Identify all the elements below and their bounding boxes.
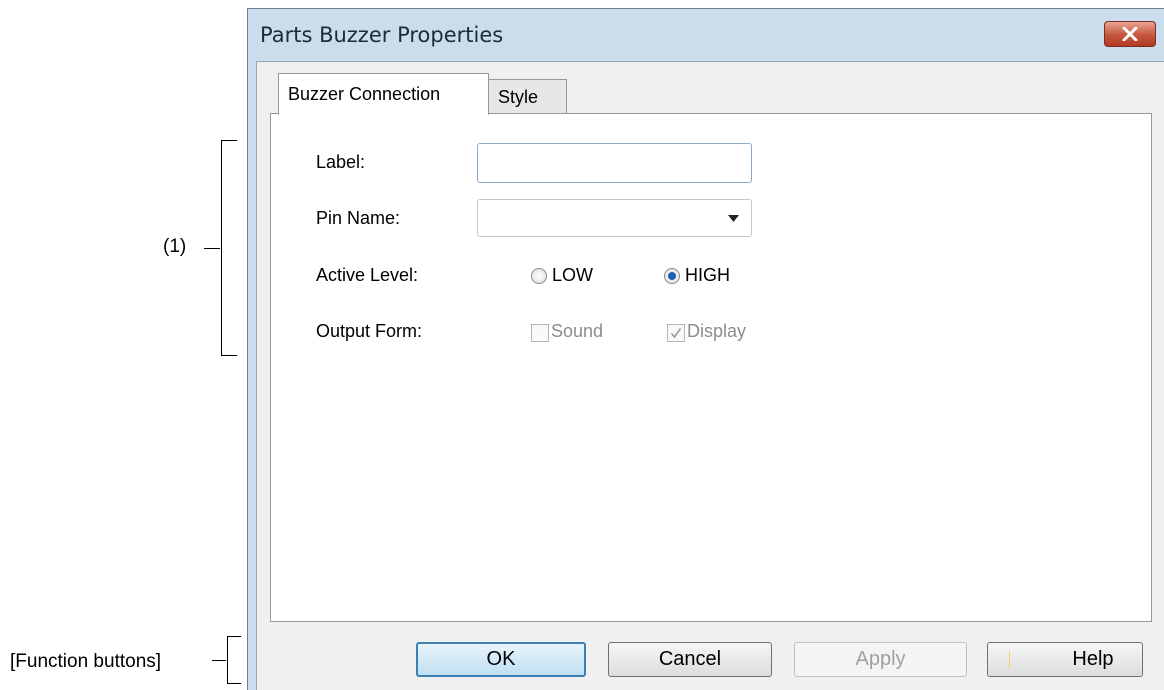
annotation-function-buttons: [Function buttons] (10, 651, 162, 672)
close-icon (1122, 27, 1138, 41)
label-input[interactable] (477, 143, 752, 183)
high-radio-label[interactable]: HIGH (685, 265, 730, 286)
sound-checkbox-label[interactable]: Sound (551, 321, 603, 342)
tab-panel-buzzer-connection: Label: Pin Name: Active Level: LOW HIGH … (270, 113, 1152, 622)
annotation-leader-section-1 (204, 248, 220, 249)
chevron-down-icon (728, 215, 739, 222)
low-radio[interactable] (531, 268, 547, 284)
pin-name-select[interactable] (477, 199, 752, 237)
active-level-caption: Active Level: (316, 265, 419, 285)
display-checkbox-label[interactable]: Display (687, 321, 746, 342)
tab-label: Style (498, 87, 539, 107)
pin-name-caption: Pin Name: (316, 208, 401, 228)
ok-button[interactable]: OK (416, 642, 586, 677)
output-form-caption: Output Form: (316, 321, 423, 341)
apply-button[interactable]: Apply (794, 642, 967, 677)
tab-buzzer-connection[interactable]: Buzzer Connection (278, 73, 489, 115)
sound-checkbox[interactable] (531, 324, 549, 342)
cancel-button[interactable]: Cancel (608, 642, 772, 677)
label-caption: Label: (316, 152, 366, 172)
annotation-bracket-section-1 (221, 140, 237, 356)
help-button-label: Help (1072, 648, 1114, 670)
high-radio[interactable] (664, 268, 680, 284)
dialog-client-area: Buzzer Connection Style Label: Pin Name:… (256, 61, 1164, 690)
focus-mark (1009, 651, 1010, 669)
low-radio-label[interactable]: LOW (552, 265, 593, 286)
dialog-title: Parts Buzzer Properties (260, 23, 504, 47)
title-bar[interactable]: Parts Buzzer Properties (248, 9, 1164, 61)
annotation-bracket-function-buttons (227, 636, 241, 684)
tab-style[interactable]: Style (488, 79, 567, 113)
properties-dialog: Parts Buzzer Properties Buzzer Connectio… (247, 8, 1164, 690)
help-button[interactable]: Help (987, 642, 1143, 677)
checkmark-icon (670, 328, 682, 339)
annotation-section-1: (1) (163, 236, 187, 257)
tab-label: Buzzer Connection (288, 84, 441, 104)
display-checkbox[interactable] (667, 324, 685, 342)
close-button[interactable] (1104, 21, 1156, 47)
annotation-leader-function-buttons (212, 660, 226, 661)
